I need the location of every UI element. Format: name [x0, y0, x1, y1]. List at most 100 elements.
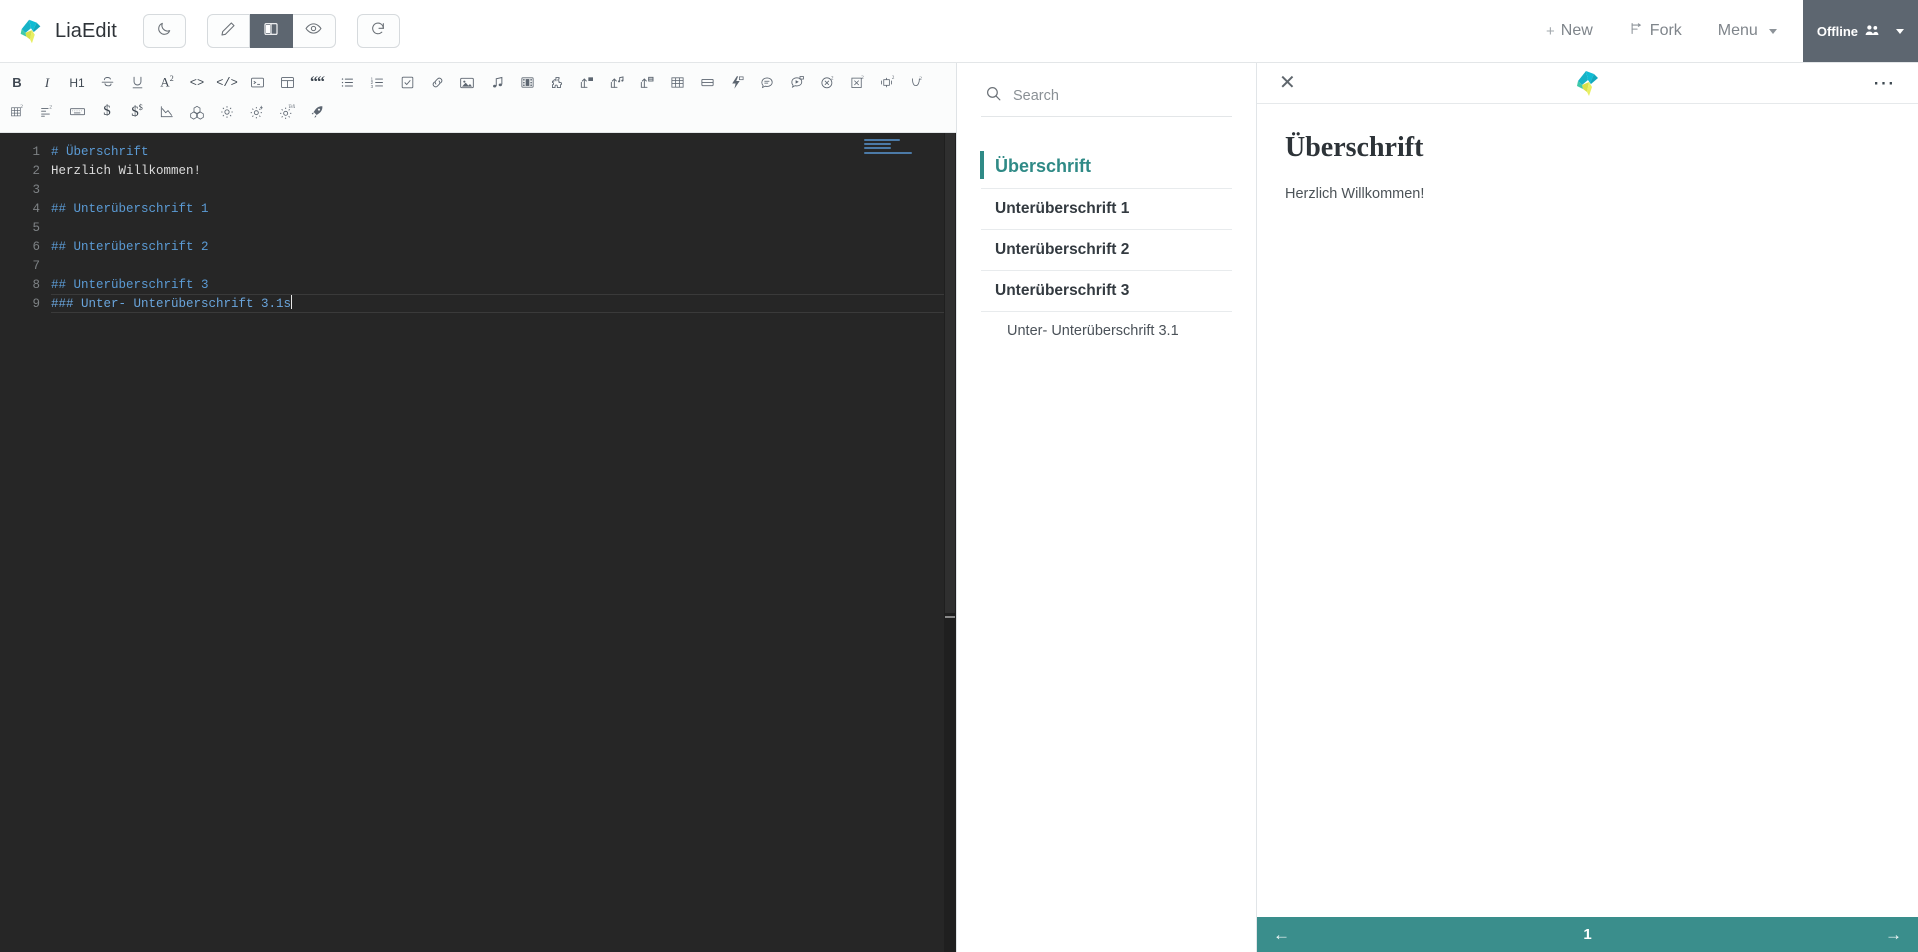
- checkbox-icon: [400, 75, 415, 90]
- new-button[interactable]: + New: [1528, 0, 1611, 62]
- dark-mode-toggle-button[interactable]: [142, 14, 186, 48]
- app-title: LiaEdit: [55, 19, 117, 42]
- toc-item-uberschrift[interactable]: Überschrift: [980, 145, 1232, 189]
- upload-file-button[interactable]: [632, 70, 662, 96]
- circle-x-button[interactable]: 2: [812, 70, 842, 96]
- arrow-right-icon[interactable]: →: [1885, 925, 1902, 945]
- toc-item-unteruberschrift-2[interactable]: Unterüberschrift 2: [981, 230, 1232, 271]
- animation-button[interactable]: [782, 70, 812, 96]
- upload-audio-button[interactable]: [602, 70, 632, 96]
- arrow-left-icon[interactable]: ←: [1273, 925, 1290, 945]
- music-note-icon: [490, 75, 505, 90]
- embed-button[interactable]: [542, 70, 572, 96]
- effect-button[interactable]: [722, 70, 752, 96]
- formula-block-button[interactable]: $$: [122, 99, 152, 125]
- toc-item-unter-unteruberschrift-31[interactable]: Unter- Unterüberschrift 3.1: [981, 312, 1232, 350]
- code-minimap[interactable]: [864, 139, 918, 161]
- code-content[interactable]: # Überschrift Herzlich Willkommen! ## Un…: [40, 133, 956, 952]
- editor-scrollbar[interactable]: [944, 133, 956, 952]
- grid-quiz-button[interactable]: 2: [2, 99, 32, 125]
- survey-button[interactable]: 2: [32, 99, 62, 125]
- search-input[interactable]: [1013, 88, 1228, 104]
- dollar-super-icon: $$: [131, 102, 143, 120]
- superscript-button[interactable]: A2: [152, 70, 182, 96]
- settings-button[interactable]: [212, 99, 242, 125]
- task-list-button[interactable]: [392, 70, 422, 96]
- svg-text:2: 2: [861, 76, 864, 81]
- reload-button[interactable]: [356, 14, 400, 48]
- split-mode-button[interactable]: [249, 14, 293, 48]
- italic-button[interactable]: I: [32, 70, 62, 96]
- bullet-list-button[interactable]: [332, 70, 362, 96]
- audio-button[interactable]: [482, 70, 512, 96]
- search-box[interactable]: [981, 85, 1232, 117]
- fork-button[interactable]: Fork: [1611, 0, 1700, 62]
- menu-button[interactable]: Menu: [1700, 0, 1795, 62]
- settings-effect-button[interactable]: [242, 99, 272, 125]
- video-button[interactable]: [512, 70, 542, 96]
- offline-status-button[interactable]: Offline: [1802, 0, 1918, 62]
- comment-button[interactable]: [752, 70, 782, 96]
- rocket-button[interactable]: [302, 99, 332, 125]
- code-block-button[interactable]: </>: [212, 70, 242, 96]
- heading-button[interactable]: H1: [62, 70, 92, 96]
- svg-text:2: 2: [891, 76, 894, 81]
- rocket-icon: [309, 104, 325, 120]
- toc-item-unteruberschrift-3[interactable]: Unterüberschrift 3: [981, 271, 1232, 312]
- settings-tex-button[interactable]: TeX: [272, 99, 302, 125]
- markdown-toolbar: B I H1 A2 <> </> ““ 1 2 3 2 2 2 2 2 2 $ …: [0, 63, 956, 133]
- strikethrough-button[interactable]: [92, 70, 122, 96]
- reload-button-group: [356, 14, 400, 48]
- blockquote-button[interactable]: ““: [302, 70, 332, 96]
- svg-text:2: 2: [830, 76, 833, 81]
- code-line: ## Unterüberschrift 1: [51, 202, 209, 216]
- underline-button[interactable]: [122, 70, 152, 96]
- upload-image-button[interactable]: [572, 70, 602, 96]
- split-view-icon: [263, 21, 279, 42]
- chart-button[interactable]: [152, 99, 182, 125]
- more-options-icon[interactable]: ⋯: [1873, 72, 1897, 94]
- app-brand: LiaEdit: [10, 16, 117, 46]
- ordered-list-button[interactable]: 123: [362, 70, 392, 96]
- circle-x-icon: 2: [820, 75, 835, 90]
- search-icon: [985, 85, 1002, 107]
- toc-list: Überschrift Unterüberschrift 1 Unterüber…: [980, 145, 1232, 350]
- curve-button[interactable]: 2: [902, 70, 932, 96]
- speech-bubble-icon: [760, 75, 775, 90]
- horizontal-rule-button[interactable]: [692, 70, 722, 96]
- line-number: 1: [32, 145, 40, 159]
- eye-icon: [305, 20, 322, 42]
- quiz-button[interactable]: [272, 70, 302, 96]
- editor-pane: B I H1 A2 <> </> ““ 1 2 3 2 2 2 2 2 2 $ …: [0, 63, 957, 952]
- terminal-icon: [250, 75, 265, 90]
- square-x-button[interactable]: 2: [842, 70, 872, 96]
- image-button[interactable]: [452, 70, 482, 96]
- code-line-text: ### Unter- Unterüberschrift 3.1s: [51, 297, 292, 311]
- preview-mode-button[interactable]: [292, 14, 336, 48]
- inline-code-icon: <>: [189, 75, 205, 90]
- input-field-button[interactable]: [62, 99, 92, 125]
- table-of-contents-pane: Überschrift Unterüberschrift 1 Unterüber…: [957, 63, 1257, 952]
- dollar-icon: $: [103, 103, 111, 119]
- code-editor[interactable]: 1 2 3 4 5 6 7 8 9 # Überschrift Herzlich…: [0, 133, 956, 952]
- inline-code-button[interactable]: <>: [182, 70, 212, 96]
- edit-mode-button[interactable]: [206, 14, 250, 48]
- fork-button-label: Fork: [1649, 22, 1682, 39]
- formula-button[interactable]: $: [92, 99, 122, 125]
- molecule-button[interactable]: [182, 99, 212, 125]
- plus-icon: +: [1546, 22, 1555, 40]
- link-button[interactable]: [422, 70, 452, 96]
- scrollbar-thumb[interactable]: [945, 133, 955, 613]
- toc-item-label: Unterüberschrift 2: [995, 241, 1130, 258]
- toc-item-unteruberschrift-1[interactable]: Unterüberschrift 1: [981, 189, 1232, 230]
- bold-button[interactable]: B: [2, 70, 32, 96]
- svg-text:2: 2: [919, 77, 922, 82]
- close-icon[interactable]: ✕: [1279, 73, 1296, 93]
- link-icon: [430, 75, 445, 90]
- play-bubble-icon: [790, 75, 805, 90]
- svg-text:TeX: TeX: [288, 105, 295, 110]
- gallery-button[interactable]: 2: [872, 70, 902, 96]
- terminal-button[interactable]: [242, 70, 272, 96]
- table-button[interactable]: [662, 70, 692, 96]
